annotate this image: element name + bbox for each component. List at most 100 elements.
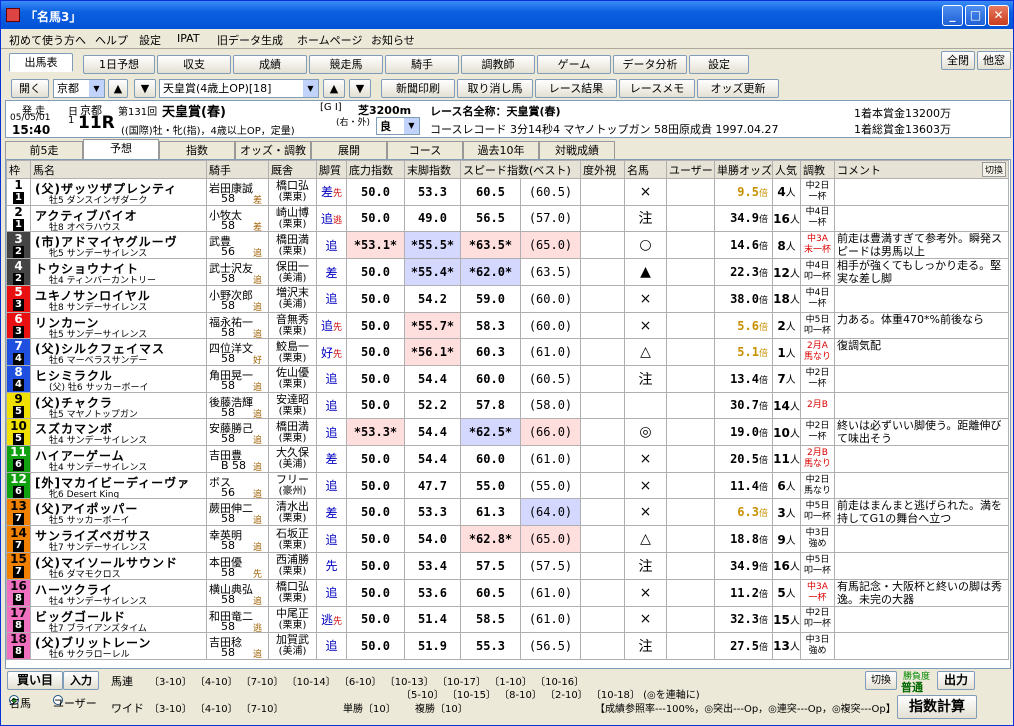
col-header-user[interactable]: ユーザー — [666, 160, 715, 179]
user-mark-cell[interactable] — [666, 178, 715, 206]
race-result-button[interactable]: レース結果 — [535, 79, 617, 98]
meiba-mark-cell[interactable]: 注 — [624, 364, 667, 393]
tab-balance[interactable]: 収支 — [157, 55, 231, 74]
ignore-cell[interactable] — [580, 364, 625, 393]
col-header-ignore[interactable]: 度外視 — [580, 160, 625, 179]
jockey-cell[interactable]: 和田竜二 58 逃 — [206, 605, 269, 634]
horse-cell[interactable]: [外]マカイビーディーヴァ 牝6 Desert King — [30, 471, 207, 500]
table-row[interactable]: 3 2 (市)アドマイヤグルーヴ 牝5 サンデーサイレンス 武豊 56 追橋田満 (栗東) 追 *… — [6, 231, 1009, 260]
jockey-cell[interactable]: 福永祐一 58 追 — [206, 311, 269, 340]
horse-cell[interactable]: (父)アイポッパー 牡5 サッカーボーイ — [30, 498, 207, 527]
trainer-cell[interactable]: 音無秀 (栗東) — [268, 311, 317, 340]
switch-button[interactable]: 切換 — [981, 161, 1006, 177]
trainer-cell[interactable]: 鮫島一 (栗東) — [268, 338, 317, 366]
next-course-button[interactable]: ▼ — [134, 79, 156, 98]
comment-cell[interactable]: 終いは必ずいい脚使う。距離伸びて味出そう — [834, 418, 1009, 447]
col-header-style[interactable]: 脚質 — [316, 160, 347, 179]
close-all-button[interactable]: 全閉 — [941, 51, 975, 70]
tab-horses[interactable]: 競走馬 — [309, 55, 383, 74]
trainer-cell[interactable]: 保田一 (美浦) — [268, 258, 317, 287]
meiba-mark-cell[interactable]: × — [624, 471, 667, 500]
tab-last-5[interactable]: 前5走 — [5, 141, 83, 159]
horse-cell[interactable]: (父)シルクフェイマス 牡6 マーベラスサンデー — [30, 338, 207, 366]
meiba-mark-cell[interactable]: × — [624, 311, 667, 340]
print-newspaper-button[interactable]: 新聞印刷 — [381, 79, 455, 98]
comment-cell[interactable] — [834, 391, 1009, 420]
comment-cell[interactable] — [834, 471, 1009, 500]
col-header-last-index[interactable]: 末脚指数 — [404, 160, 461, 179]
minimize-button[interactable]: _ — [942, 5, 963, 26]
jockey-cell[interactable]: 幸英明 58 追 — [206, 525, 269, 553]
menu-item-old-data[interactable]: 旧データ生成 — [217, 32, 283, 48]
course-select[interactable]: 京都 ▼ — [53, 79, 105, 98]
scratched-horse-button[interactable]: 取り消し馬 — [457, 79, 533, 98]
horse-cell[interactable]: リンカーン 牡5 サンデーサイレンス — [30, 311, 207, 340]
tab-trainers[interactable]: 調教師 — [461, 55, 535, 74]
tab-game[interactable]: ゲーム — [537, 55, 611, 74]
ignore-cell[interactable] — [580, 578, 625, 607]
trainer-cell[interactable]: 橋田満 (栗東) — [268, 231, 317, 260]
meiba-mark-cell[interactable]: △ — [624, 525, 667, 553]
bets-button[interactable]: 買い目 — [7, 671, 63, 690]
comment-cell[interactable] — [834, 285, 1009, 313]
meiba-mark-cell[interactable]: △ — [624, 338, 667, 366]
tab-entries[interactable]: 出馬表 — [9, 53, 73, 72]
col-header-horse[interactable]: 馬名 — [30, 160, 207, 179]
jockey-cell[interactable]: ボス 56 追 — [206, 471, 269, 500]
trainer-cell[interactable]: 西浦勝 (栗東) — [268, 551, 317, 580]
comment-cell[interactable] — [834, 551, 1009, 580]
meiba-mark-cell[interactable]: × — [624, 285, 667, 313]
jockey-cell[interactable]: 角田晃一 58 追 — [206, 364, 269, 393]
tab-head-to-head[interactable]: 対戦成績 — [539, 141, 615, 159]
horse-cell[interactable]: (父)チャクラ 牡5 マヤノトップガン — [30, 391, 207, 420]
table-row[interactable]: 13 7 (父)アイポッパー 牡5 サッカーボーイ 蕨田伸二 58 追清水出 (栗東) 差 50.… — [6, 498, 1009, 527]
ignore-cell[interactable] — [580, 498, 625, 527]
meiba-mark-cell[interactable]: × — [624, 445, 667, 473]
ignore-cell[interactable] — [580, 231, 625, 260]
user-mark-cell[interactable] — [666, 525, 715, 553]
meiba-mark-cell[interactable]: 注 — [624, 204, 667, 233]
update-odds-button[interactable]: オッズ更新 — [697, 79, 779, 98]
user-mark-cell[interactable] — [666, 498, 715, 527]
user-mark-cell[interactable] — [666, 285, 715, 313]
horse-cell[interactable]: (市)アドマイヤグルーヴ 牝5 サンデーサイレンス — [30, 231, 207, 260]
close-button[interactable]: ✕ — [988, 5, 1009, 26]
jockey-cell[interactable]: 吉田豊 B 58 追 — [206, 445, 269, 473]
tab-prediction[interactable]: 予想 — [83, 139, 159, 159]
tab-data-analysis[interactable]: データ分析 — [613, 55, 687, 74]
bottom-switch-button[interactable]: 切換 — [865, 671, 897, 690]
horse-cell[interactable]: アクティブバイオ 牡8 オペラハウス — [30, 204, 207, 233]
horse-cell[interactable]: ユキノサンロイヤル 牡8 サンデーサイレンス — [30, 285, 207, 313]
meiba-mark-cell[interactable]: 注 — [624, 632, 667, 660]
horse-cell[interactable]: ハーツクライ 牡4 サンデーサイレンス — [30, 578, 207, 607]
output-button[interactable]: 出力 — [937, 671, 975, 690]
trainer-cell[interactable]: 増沢末 (美浦) — [268, 285, 317, 313]
meiba-mark-cell[interactable]: × — [624, 605, 667, 634]
col-header-odds[interactable]: 単勝オッズ — [714, 160, 773, 179]
col-header-trainer[interactable]: 厩舎 — [268, 160, 317, 179]
ignore-cell[interactable] — [580, 204, 625, 233]
user-mark-cell[interactable] — [666, 445, 715, 473]
horse-cell[interactable]: (父)マイソールサウンド 牡6 ダマモクロス — [30, 551, 207, 580]
prev-course-button[interactable]: ▲ — [108, 79, 128, 98]
comment-cell[interactable]: 復調気配 — [834, 338, 1009, 366]
next-race-button[interactable]: ▼ — [349, 79, 371, 98]
trainer-cell[interactable]: 石坂正 (栗東) — [268, 525, 317, 553]
table-row[interactable]: 5 3 ユキノサンロイヤル 牡8 サンデーサイレンス 小野次郎 58 追増沢末 (美浦) 追 50… — [6, 285, 1009, 313]
user-mark-cell[interactable] — [666, 364, 715, 393]
ignore-cell[interactable] — [580, 391, 625, 420]
menu-item-homepage[interactable]: ホームページ — [297, 32, 362, 48]
horse-cell[interactable]: ヒシミラクル (父) 牡6 サッカーボーイ — [30, 364, 207, 393]
table-row[interactable]: 16 8 ハーツクライ 牡4 サンデーサイレンス 横山典弘 58 追橋口弘 (栗東) 追 50.0… — [6, 578, 1009, 607]
comment-cell[interactable] — [834, 605, 1009, 634]
table-row[interactable]: 6 3 リンカーン 牡5 サンデーサイレンス 福永祐一 58 追音無秀 (栗東) 追先 50.0 *… — [6, 311, 1009, 340]
comment-cell[interactable] — [834, 445, 1009, 473]
col-header-frame[interactable]: 枠 — [6, 160, 31, 179]
col-header-meiba[interactable]: 名馬 — [624, 160, 667, 179]
tab-settings[interactable]: 設定 — [689, 55, 749, 74]
comment-cell[interactable]: 有馬記念・大阪杯と終いの脚は秀逸。未完の大器 — [834, 578, 1009, 607]
ignore-cell[interactable] — [580, 632, 625, 660]
table-row[interactable]: 4 2 トウショウナイト 牡4 ティンバーカントリー 武士沢友 58 追保田一 (美浦) 差 50… — [6, 258, 1009, 287]
tab-daily-prediction[interactable]: 1日予想 — [83, 55, 155, 74]
table-row[interactable]: 14 7 サンライズペガサス 牡7 サンデーサイレンス 幸英明 58 追石坂正 (栗東) 追 50… — [6, 525, 1009, 553]
